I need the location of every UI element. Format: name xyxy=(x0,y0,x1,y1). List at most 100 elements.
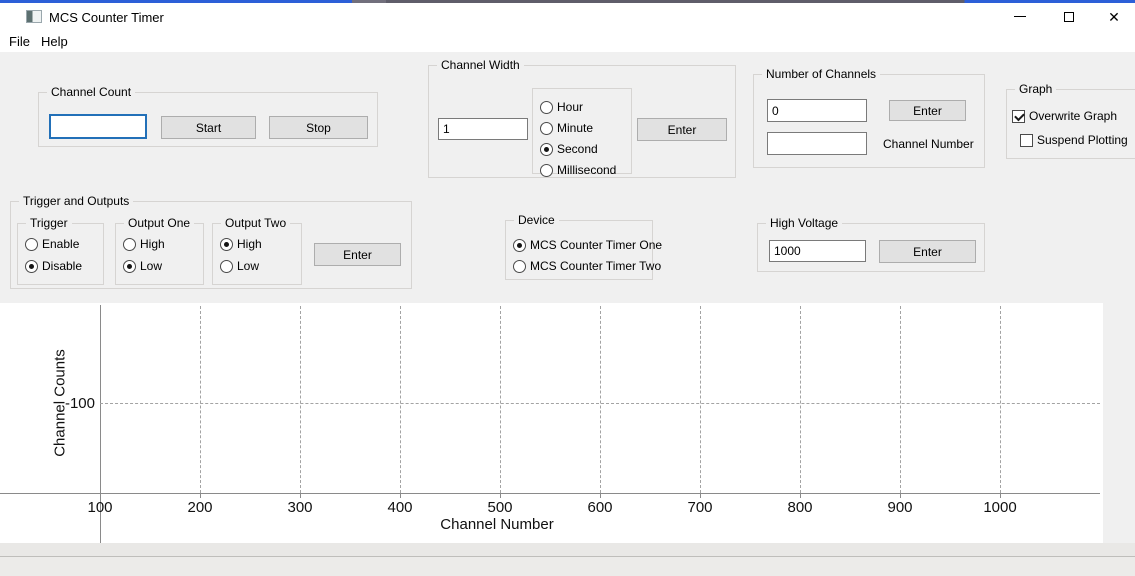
radio-option-output-two-high[interactable]: High xyxy=(220,237,262,251)
group-title: Trigger and Outputs xyxy=(19,194,133,208)
radio-option-minute[interactable]: Minute xyxy=(540,121,593,135)
subgroup-title: Output One xyxy=(124,216,194,230)
vertical-gridline xyxy=(300,306,301,493)
radio-icon xyxy=(540,164,553,177)
number-of-channels-input[interactable] xyxy=(767,99,867,122)
group-channel-width: Channel Width Hour Minute Second Millise… xyxy=(428,65,736,178)
checkbox-suspend-plotting[interactable]: Suspend Plotting xyxy=(1020,133,1128,147)
channel-number-input[interactable] xyxy=(767,132,867,155)
group-title: Number of Channels xyxy=(762,67,880,81)
channel-width-input[interactable] xyxy=(438,118,528,140)
vertical-gridline xyxy=(200,306,201,493)
high-voltage-enter-button[interactable]: Enter xyxy=(879,240,976,263)
x-tick-label: 800 xyxy=(778,499,822,516)
high-voltage-input[interactable] xyxy=(769,240,866,262)
radio-icon xyxy=(220,238,233,251)
group-device: Device MCS Counter Timer One MCS Counter… xyxy=(505,220,653,280)
radio-option-output-one-low[interactable]: Low xyxy=(123,259,162,273)
horizontal-gridline xyxy=(100,403,1100,404)
subgroup-output-one: Output One High Low xyxy=(115,223,204,285)
subgroup-trigger: Trigger Enable Disable xyxy=(17,223,104,285)
radio-option-device-two[interactable]: MCS Counter Timer Two xyxy=(513,259,661,273)
bottom-strip xyxy=(0,557,1135,576)
vertical-gridline xyxy=(600,306,601,493)
number-of-channels-enter-button[interactable]: Enter xyxy=(889,100,966,121)
group-title: Graph xyxy=(1015,82,1056,96)
y-tick-label: -100 xyxy=(53,395,95,412)
radio-icon xyxy=(513,239,526,252)
x-tick-label: 1000 xyxy=(978,499,1022,516)
group-channel-count: Channel Count Start Stop xyxy=(38,92,378,147)
maximize-button[interactable] xyxy=(1052,3,1086,30)
minimize-button[interactable] xyxy=(1003,3,1037,30)
radio-option-trigger-enable[interactable]: Enable xyxy=(25,237,79,251)
vertical-gridline xyxy=(900,306,901,493)
start-button[interactable]: Start xyxy=(161,116,256,139)
radio-option-output-two-low[interactable]: Low xyxy=(220,259,259,273)
channel-width-enter-button[interactable]: Enter xyxy=(637,118,727,141)
x-tick-mark xyxy=(200,494,201,498)
x-tick-label: 900 xyxy=(878,499,922,516)
window-title: MCS Counter Timer xyxy=(49,10,164,25)
x-tick-mark xyxy=(1000,494,1001,498)
x-tick-mark xyxy=(400,494,401,498)
group-title: Device xyxy=(514,213,559,227)
x-tick-label: 700 xyxy=(678,499,722,516)
vertical-gridline xyxy=(800,306,801,493)
checkbox-overwrite-graph[interactable]: Overwrite Graph xyxy=(1012,109,1117,123)
radio-icon xyxy=(540,143,553,156)
vertical-gridline xyxy=(400,306,401,493)
x-axis-line xyxy=(0,493,1100,494)
x-tick-label: 600 xyxy=(578,499,622,516)
channel-count-input[interactable] xyxy=(49,114,147,139)
group-graph: Graph Overwrite Graph Suspend Plotting xyxy=(1006,89,1135,159)
checkbox-icon xyxy=(1020,134,1033,147)
menu-help[interactable]: Help xyxy=(38,33,71,50)
app-window: MCS Counter Timer ✕ File Help Channel Co… xyxy=(0,0,1135,576)
group-title: Channel Count xyxy=(47,85,135,99)
group-title: High Voltage xyxy=(766,216,842,230)
channel-number-label: Channel Number xyxy=(883,137,974,151)
radio-icon xyxy=(513,260,526,273)
radio-option-device-one[interactable]: MCS Counter Timer One xyxy=(513,238,662,252)
trigger-outputs-enter-button[interactable]: Enter xyxy=(314,243,401,266)
radio-option-hour[interactable]: Hour xyxy=(540,100,583,114)
radio-option-trigger-disable[interactable]: Disable xyxy=(25,259,82,273)
subgroup-title: Output Two xyxy=(221,216,290,230)
radio-option-second[interactable]: Second xyxy=(540,142,598,156)
radio-icon xyxy=(25,238,38,251)
radio-icon xyxy=(123,260,136,273)
x-tick-label: 300 xyxy=(278,499,322,516)
x-axis-title: Channel Number xyxy=(440,516,553,533)
x-tick-mark xyxy=(100,494,101,498)
x-tick-label: 400 xyxy=(378,499,422,516)
vertical-gridline xyxy=(1000,306,1001,493)
app-icon xyxy=(26,10,42,23)
menu-file[interactable]: File xyxy=(6,33,33,50)
radio-option-output-one-high[interactable]: High xyxy=(123,237,165,251)
group-title: Channel Width xyxy=(437,58,524,72)
x-tick-mark xyxy=(900,494,901,498)
x-tick-label: 500 xyxy=(478,499,522,516)
channel-width-units-panel: Hour Minute Second Millisecond xyxy=(532,88,632,174)
x-tick-mark xyxy=(700,494,701,498)
radio-icon xyxy=(25,260,38,273)
x-tick-mark xyxy=(500,494,501,498)
radio-icon xyxy=(540,101,553,114)
stop-button[interactable]: Stop xyxy=(269,116,368,139)
vertical-gridline xyxy=(700,306,701,493)
x-tick-mark xyxy=(800,494,801,498)
subgroup-output-two: Output Two High Low xyxy=(212,223,302,285)
radio-option-millisecond[interactable]: Millisecond xyxy=(540,163,616,177)
plot-area: Channel Counts Channel Number 1002003004… xyxy=(0,303,1103,543)
x-tick-label: 100 xyxy=(78,499,122,516)
close-button[interactable]: ✕ xyxy=(1097,3,1131,30)
radio-icon xyxy=(123,238,136,251)
checkbox-icon xyxy=(1012,110,1025,123)
group-high-voltage: High Voltage Enter xyxy=(757,223,985,272)
close-icon: ✕ xyxy=(1108,10,1120,24)
vertical-gridline xyxy=(500,306,501,493)
titlebar[interactable]: MCS Counter Timer ✕ xyxy=(0,3,1135,30)
radio-icon xyxy=(540,122,553,135)
x-tick-mark xyxy=(300,494,301,498)
